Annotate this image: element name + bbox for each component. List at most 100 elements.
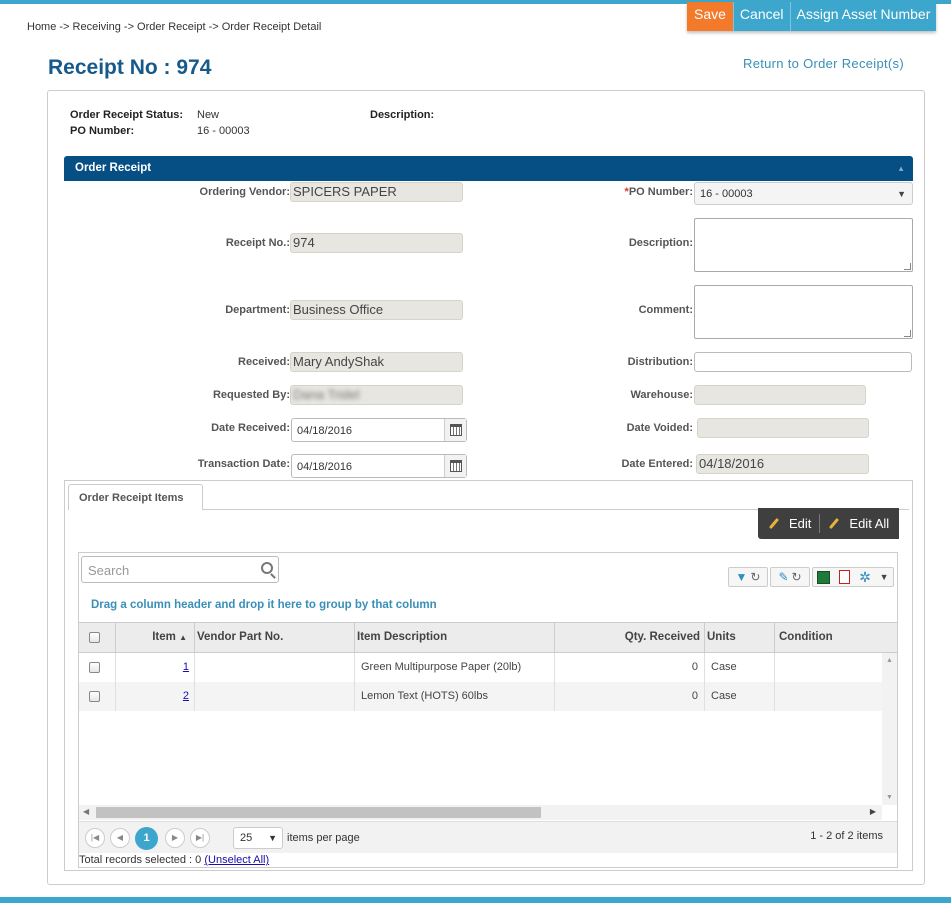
date-voided-field xyxy=(697,418,869,438)
po-number-selected: 16 - 00003 xyxy=(700,188,753,200)
row-checkbox[interactable] xyxy=(89,691,100,702)
last-page-icon[interactable]: ▶| xyxy=(190,828,210,848)
department-field: Business Office xyxy=(290,300,463,320)
description-textarea[interactable] xyxy=(694,218,913,272)
scroll-up-icon[interactable]: ▲ xyxy=(886,657,893,664)
column-header-description[interactable]: Item Description xyxy=(354,623,554,652)
table-row[interactable]: 2 Lemon Text (HOTS) 60lbs 0 Case xyxy=(79,682,882,711)
receipt-no-field: 974 xyxy=(290,233,463,253)
transaction-date-label: Transaction Date: xyxy=(197,458,290,470)
vendor-label: Ordering Vendor: xyxy=(199,186,290,198)
page-number-button[interactable]: 1 xyxy=(135,827,158,850)
collapse-icon[interactable]: ▲ xyxy=(897,164,905,173)
scroll-thumb[interactable] xyxy=(96,807,541,818)
table-header: Item ▲ Vendor Part No. Item Description … xyxy=(79,622,882,653)
page-size-value: 25 xyxy=(240,832,253,844)
pdf-icon[interactable] xyxy=(839,570,851,584)
chevron-down-icon: ▼ xyxy=(268,833,277,843)
prev-page-icon[interactable]: ◀ xyxy=(110,828,130,848)
date-received-picker[interactable]: 04/18/2016 xyxy=(291,418,467,442)
filter-refresh-button[interactable]: ▼ ↻ xyxy=(728,567,768,587)
description-cell: Lemon Text (HOTS) 60lbs xyxy=(354,682,554,711)
item-link[interactable]: 2 xyxy=(183,690,189,702)
po-number-select[interactable]: 16 - 00003 ▼ xyxy=(694,182,913,205)
scroll-right-icon[interactable]: ▶ xyxy=(870,807,876,816)
column-header-item[interactable]: Item ▲ xyxy=(115,623,195,652)
cancel-button[interactable]: Cancel xyxy=(732,2,790,31)
items-per-page-label: items per page xyxy=(287,832,360,844)
select-all-checkbox[interactable] xyxy=(89,632,100,643)
refresh-icon: ↻ xyxy=(750,570,761,584)
vertical-scrollbar[interactable]: ▲ ▼ xyxy=(882,653,897,805)
column-header-condition[interactable]: Condition xyxy=(774,623,882,652)
save-button[interactable]: Save xyxy=(687,2,733,31)
search-input[interactable]: Search xyxy=(81,556,279,583)
section-header-order-receipt[interactable]: Order Receipt ▲ xyxy=(64,156,913,181)
next-page-icon[interactable]: ▶ xyxy=(165,828,185,848)
calendar-icon[interactable] xyxy=(444,419,466,441)
first-page-icon[interactable]: |◀ xyxy=(85,828,105,848)
distribution-input[interactable] xyxy=(694,352,912,372)
page-title: Receipt No : 974 xyxy=(48,56,212,79)
export-button-group[interactable]: ✲ ▼ xyxy=(812,567,894,587)
description-cell: Green Multipurpose Paper (20lb) xyxy=(354,653,554,682)
excel-icon[interactable] xyxy=(817,570,831,584)
units-cell: Case xyxy=(704,682,774,711)
column-header-vendor-part[interactable]: Vendor Part No. xyxy=(194,623,354,652)
gear-icon[interactable]: ✲ xyxy=(859,569,871,586)
qty-cell: 0 xyxy=(554,682,704,711)
pencil-icon xyxy=(768,517,780,530)
action-bar: Save Cancel Assign Asset Number xyxy=(687,2,937,31)
assign-asset-number-button[interactable]: Assign Asset Number xyxy=(789,2,937,31)
transaction-date-value: 04/18/2016 xyxy=(297,461,353,473)
edit-all-button[interactable]: Edit All xyxy=(826,516,891,531)
bottom-accent-line xyxy=(0,897,951,903)
calendar-icon[interactable] xyxy=(444,455,466,477)
qty-cell: 0 xyxy=(554,653,704,682)
page-size-select[interactable]: 25 ▼ xyxy=(233,827,283,849)
return-link[interactable]: Return to Order Receipt(s) xyxy=(743,56,904,71)
vendor-part-cell xyxy=(194,682,354,711)
po-label: PO Number: xyxy=(70,125,135,137)
chevron-down-icon[interactable]: ▼ xyxy=(880,572,889,582)
resize-handle[interactable] xyxy=(904,330,911,337)
grid-toolbar: ▼ ↻ ✎ ↻ ✲ ▼ xyxy=(728,567,895,587)
scroll-down-icon[interactable]: ▼ xyxy=(886,794,893,801)
tab-order-receipt-items[interactable]: Order Receipt Items xyxy=(68,484,203,510)
pencil-icon xyxy=(829,517,840,530)
resize-handle[interactable] xyxy=(904,263,911,270)
refresh-icon: ↻ xyxy=(791,570,802,584)
table-row[interactable]: 1 Green Multipurpose Paper (20lb) 0 Case xyxy=(79,653,882,682)
date-entered-field: 04/18/2016 xyxy=(696,454,869,474)
condition-cell xyxy=(774,653,882,682)
receipt-no-label: Receipt No.: xyxy=(225,237,290,249)
edit-all-label: Edit All xyxy=(849,516,890,531)
search-icon[interactable] xyxy=(261,562,273,574)
column-header-units[interactable]: Units xyxy=(704,623,774,652)
date-received-label: Date Received: xyxy=(211,422,290,434)
scroll-left-icon[interactable]: ◀ xyxy=(83,807,89,816)
item-count: 1 - 2 of 2 items xyxy=(810,830,883,842)
requested-by-field: Dana Tridel xyxy=(290,385,463,405)
toolbar-separator xyxy=(819,514,821,533)
transaction-date-picker[interactable]: 04/18/2016 xyxy=(291,454,467,478)
row-checkbox[interactable] xyxy=(89,662,100,673)
date-received-value: 04/18/2016 xyxy=(297,425,353,437)
unselect-all-link[interactable]: (Unselect All) xyxy=(204,854,269,866)
item-link[interactable]: 1 xyxy=(183,661,189,673)
horizontal-scrollbar[interactable]: ◀ ▶ xyxy=(79,805,882,820)
warehouse-label: Warehouse: xyxy=(630,389,693,401)
group-drop-hint[interactable]: Drag a column header and drop it here to… xyxy=(91,599,437,611)
description-label: Description: xyxy=(370,109,435,121)
po-value: 16 - 00003 xyxy=(197,125,250,137)
edit-button[interactable]: Edit xyxy=(766,516,813,531)
received-label: Received: xyxy=(238,356,290,368)
po-number-label: *PO Number: xyxy=(624,186,693,198)
distribution-label: Distribution: xyxy=(627,356,693,368)
settings-refresh-button[interactable]: ✎ ↻ xyxy=(770,567,810,587)
vendor-part-cell xyxy=(194,653,354,682)
column-header-qty[interactable]: Qty. Received xyxy=(554,623,704,652)
edit-label: Edit xyxy=(789,516,812,531)
chevron-down-icon: ▼ xyxy=(897,189,906,199)
comment-textarea[interactable] xyxy=(694,285,913,339)
